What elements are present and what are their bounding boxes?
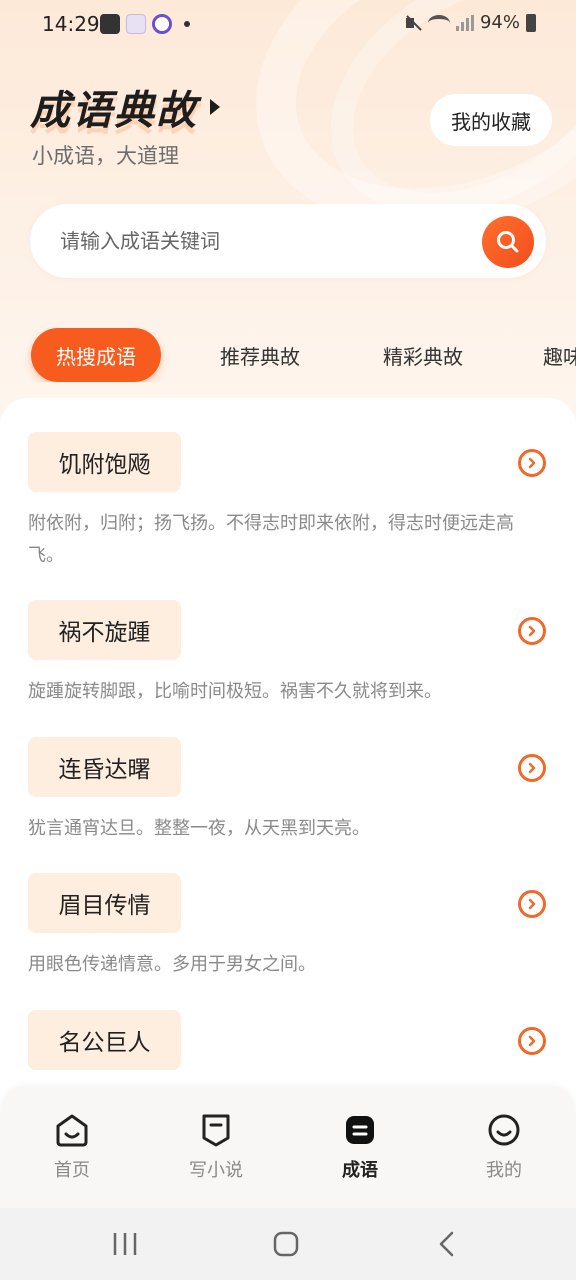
nav-profile-label: 我的 — [486, 1160, 522, 1181]
camera-notification-icon — [152, 14, 172, 34]
idiom-icon — [346, 1116, 374, 1144]
nav-home[interactable]: 首页 — [27, 1112, 117, 1182]
profile-icon — [488, 1114, 520, 1146]
status-bar: 14:29 94% — [0, 0, 576, 48]
page-title-link[interactable]: 成语典故 — [30, 78, 220, 136]
status-time: 14:29 — [42, 12, 100, 36]
category-tabs: 热搜成语 推荐典故 精彩典故 趣味 — [0, 328, 576, 382]
chevron-right-circle-icon[interactable] — [518, 449, 546, 477]
idiom-description: 旋踵旋转脚跟，比喻时间极短。祸害不久就将到来。 — [28, 681, 442, 702]
chevron-right-icon — [210, 99, 220, 115]
idiom-description: 犹言通宵达旦。整整一夜，从天黑到天亮。 — [28, 818, 370, 839]
idiom-name: 眉目传情 — [28, 873, 181, 933]
idiom-name: 名公巨人 — [28, 1010, 181, 1070]
gallery-notification-icon — [100, 14, 120, 34]
home-icon — [56, 1114, 88, 1147]
nav-write-novel-label: 写小说 — [189, 1160, 243, 1181]
nav-idiom[interactable]: 成语 — [315, 1112, 405, 1182]
more-notifications-icon — [184, 21, 190, 27]
idiom-name: 祸不旋踵 — [28, 600, 181, 660]
battery-percent: 94% — [479, 12, 520, 33]
search-icon — [497, 231, 519, 253]
search-button[interactable] — [482, 216, 534, 268]
chevron-right-circle-icon[interactable] — [518, 1027, 546, 1055]
tab-recommended-stories[interactable]: 推荐典故 — [215, 328, 305, 382]
back-icon[interactable] — [436, 1230, 458, 1258]
page-title: 成语典故 — [30, 87, 198, 134]
wifi-icon — [427, 14, 450, 31]
idiom-name: 饥附饱飏 — [28, 432, 181, 492]
system-navigation-bar — [0, 1208, 576, 1280]
idiom-name: 连昏达曙 — [28, 737, 181, 797]
tab-featured-stories[interactable]: 精彩典故 — [378, 328, 468, 382]
nav-home-label: 首页 — [54, 1160, 90, 1181]
signal-icon — [455, 14, 474, 31]
search-input[interactable] — [60, 224, 480, 258]
search-bar — [30, 204, 546, 278]
home-button-icon[interactable] — [272, 1230, 300, 1258]
nav-write-novel[interactable]: 写小说 — [171, 1112, 261, 1182]
nav-idiom-label: 成语 — [342, 1160, 378, 1181]
chevron-right-circle-icon[interactable] — [518, 754, 546, 782]
chevron-right-circle-icon[interactable] — [518, 617, 546, 645]
mute-icon — [404, 14, 422, 32]
tab-hot-idioms[interactable]: 热搜成语 — [31, 328, 161, 382]
app-notification-icon — [126, 14, 146, 34]
recent-apps-icon[interactable] — [112, 1230, 138, 1258]
tab-fun[interactable]: 趣味 — [543, 328, 576, 382]
idiom-description: 用眼色传递情意。多用于男女之间。 — [28, 954, 316, 975]
idiom-description: 附依附，归附；扬飞扬。不得志时即来依附，得志时便远走高飞。 — [28, 513, 514, 566]
idiom-list: 饥附饱飏 附依附，归附；扬飞扬。不得志时即来依附，得志时便远走高飞。 祸不旋踵 … — [0, 398, 576, 1118]
my-favorites-button[interactable]: 我的收藏 — [430, 94, 552, 146]
page-subtitle: 小成语，大道理 — [32, 144, 179, 168]
battery-icon — [526, 13, 536, 32]
nav-profile[interactable]: 我的 — [459, 1112, 549, 1182]
write-novel-icon — [202, 1114, 230, 1147]
bottom-navigation: 首页 写小说 成语 我的 — [0, 1086, 576, 1208]
chevron-right-circle-icon[interactable] — [518, 890, 546, 918]
